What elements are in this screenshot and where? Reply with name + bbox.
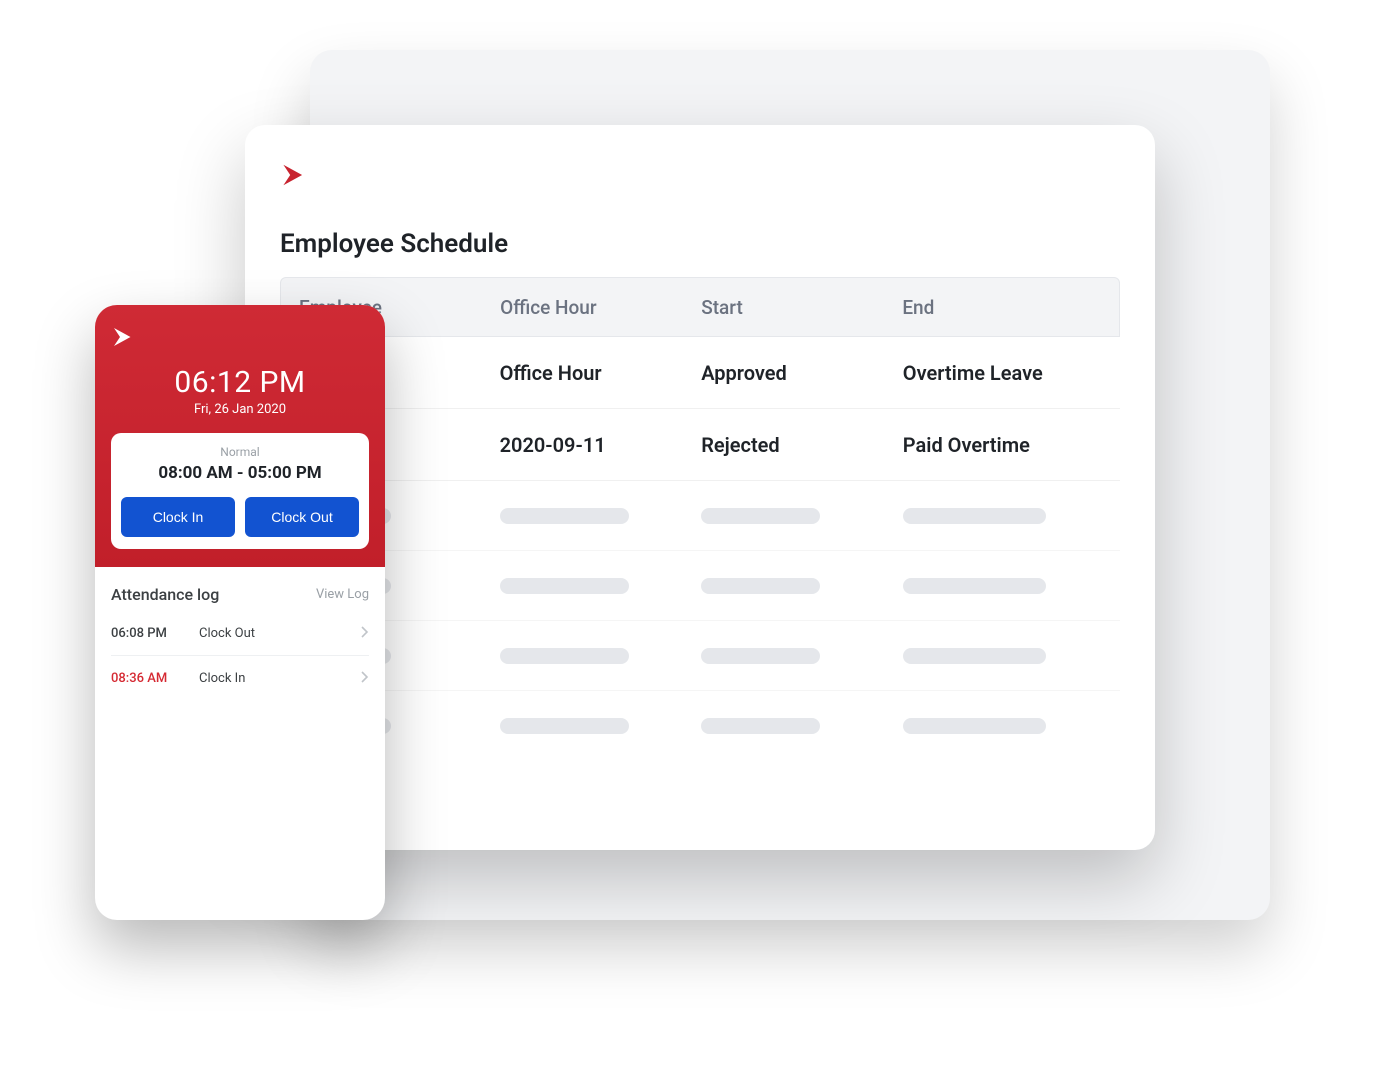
brand-row <box>111 325 141 353</box>
brand-logo-icon <box>280 161 314 193</box>
log-time: 06:08 PM <box>111 626 199 641</box>
shift-label: Normal <box>220 445 259 459</box>
cell-end: Overtime Leave <box>885 361 1120 385</box>
skeleton-bar <box>500 718 629 734</box>
attendance-log-section: Attendance log View Log 06:08 PM Clock O… <box>95 567 385 710</box>
shift-card: Normal 08:00 AM - 05:00 PM Clock In Cloc… <box>111 433 369 549</box>
skeleton-bar <box>903 648 1046 664</box>
log-time: 08:36 AM <box>111 671 199 686</box>
current-time: 06:12 PM <box>174 365 305 400</box>
log-title: Attendance log <box>111 585 219 604</box>
mobile-clock-card: 06:12 PM Fri, 26 Jan 2020 Normal 08:00 A… <box>95 305 385 920</box>
skeleton-row <box>280 551 1120 621</box>
chevron-right-icon <box>361 671 369 686</box>
mobile-header: 06:12 PM Fri, 26 Jan 2020 Normal 08:00 A… <box>95 305 385 567</box>
cell-office-hour: 2020-09-11 <box>482 433 684 457</box>
cell-end: Paid Overtime <box>885 433 1120 457</box>
cell-start: Approved <box>683 361 885 385</box>
column-header-start: Start <box>683 296 884 319</box>
skeleton-bar <box>500 578 629 594</box>
chevron-right-icon <box>361 626 369 641</box>
log-type: Clock In <box>199 671 361 686</box>
skeleton-bar <box>701 508 820 524</box>
skeleton-bar <box>500 508 629 524</box>
table-row[interactable]: dson 2020-09-11 Rejected Paid Overtime <box>280 409 1120 481</box>
cell-start: Rejected <box>683 433 885 457</box>
log-type: Clock Out <box>199 626 361 641</box>
skeleton-rows <box>280 481 1120 761</box>
clock-out-button[interactable]: Clock Out <box>245 497 359 537</box>
shift-range: 08:00 AM - 05:00 PM <box>158 463 321 483</box>
skeleton-bar <box>701 578 820 594</box>
page-title: Employee Schedule <box>280 229 1120 259</box>
table-row[interactable]: rtin Office Hour Approved Overtime Leave <box>280 337 1120 409</box>
current-date: Fri, 26 Jan 2020 <box>194 402 286 417</box>
skeleton-bar <box>500 648 629 664</box>
clock-in-button[interactable]: Clock In <box>121 497 235 537</box>
skeleton-bar <box>903 508 1046 524</box>
log-header: Attendance log View Log <box>111 585 369 604</box>
log-row[interactable]: 06:08 PM Clock Out <box>111 612 369 656</box>
brand-row <box>280 155 1120 199</box>
skeleton-bar <box>903 718 1046 734</box>
skeleton-row <box>280 481 1120 551</box>
column-header-office-hour: Office Hour <box>482 296 683 319</box>
clock-buttons: Clock In Clock Out <box>121 497 359 537</box>
log-row[interactable]: 08:36 AM Clock In <box>111 656 369 700</box>
cell-office-hour: Office Hour <box>482 361 684 385</box>
skeleton-row <box>280 691 1120 761</box>
table-header: Employee Office Hour Start End <box>280 277 1120 337</box>
view-log-link[interactable]: View Log <box>316 587 369 602</box>
brand-logo-icon <box>111 334 141 353</box>
skeleton-bar <box>903 578 1046 594</box>
skeleton-bar <box>701 718 820 734</box>
skeleton-bar <box>701 648 820 664</box>
skeleton-row <box>280 621 1120 691</box>
column-header-end: End <box>884 296 1119 319</box>
